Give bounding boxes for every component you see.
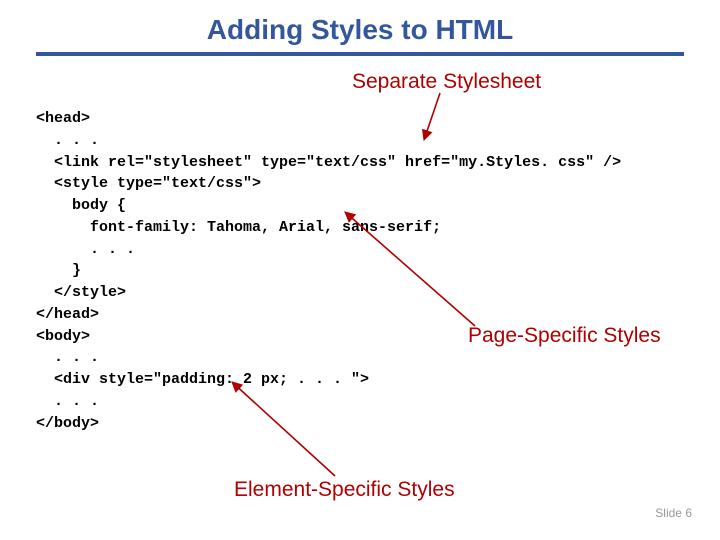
slide-title: Adding Styles to HTML [0, 0, 720, 50]
code-block: <head> . . . <link rel="stylesheet" type… [36, 108, 621, 434]
slide-number: Slide 6 [655, 506, 692, 520]
annotation-element-specific: Element-Specific Styles [234, 478, 455, 502]
title-rule [36, 52, 684, 56]
annotation-separate-stylesheet: Separate Stylesheet [352, 70, 541, 94]
